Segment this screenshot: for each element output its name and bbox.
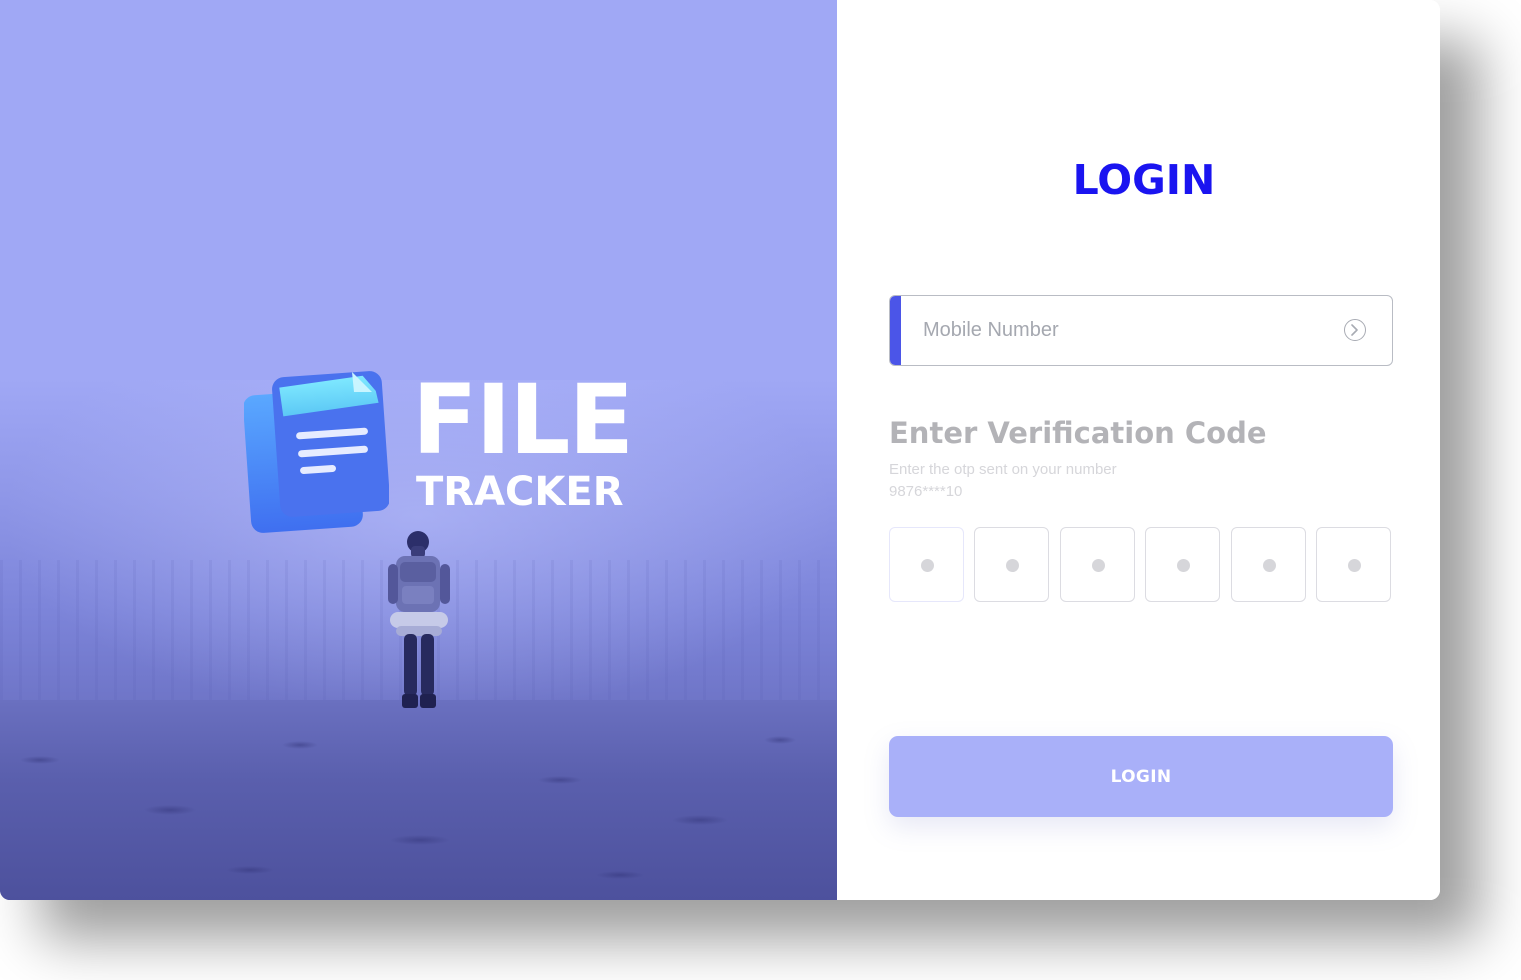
otp-placeholder-dot bbox=[921, 559, 934, 572]
hero-ground-texture bbox=[0, 700, 837, 900]
field-accent-bar bbox=[890, 296, 901, 365]
arrow-right-circle-icon[interactable] bbox=[1344, 319, 1366, 341]
hiker-illustration bbox=[388, 531, 450, 708]
hero-panel: FILE TRACKER bbox=[0, 0, 837, 900]
otp-digit-4[interactable] bbox=[1145, 527, 1220, 602]
otp-masked-number: 9876****10 bbox=[889, 483, 963, 500]
otp-placeholder-dot bbox=[1092, 559, 1105, 572]
otp-instructions: Enter the otp sent on your number 9876**… bbox=[889, 459, 1117, 503]
page-title: LOGIN bbox=[1072, 156, 1216, 204]
otp-subtitle: Enter the otp sent on your number bbox=[889, 461, 1117, 478]
otp-placeholder-dot bbox=[1263, 559, 1276, 572]
otp-placeholder-dot bbox=[1348, 559, 1361, 572]
login-panel: LOGIN Enter Verification Code Enter the … bbox=[837, 0, 1440, 900]
otp-digit-3[interactable] bbox=[1060, 527, 1135, 602]
otp-heading: Enter Verification Code bbox=[889, 416, 1267, 450]
brand-wordmark-secondary: TRACKER bbox=[416, 469, 624, 515]
document-stack-icon bbox=[244, 371, 389, 533]
otp-digit-6[interactable] bbox=[1316, 527, 1391, 602]
otp-placeholder-dot bbox=[1006, 559, 1019, 572]
otp-digit-5[interactable] bbox=[1231, 527, 1306, 602]
login-card: FILE TRACKER LOGIN Enter Verification Co… bbox=[0, 0, 1440, 900]
login-button[interactable]: LOGIN bbox=[889, 736, 1393, 817]
brand-logo: FILE TRACKER bbox=[244, 366, 634, 536]
brand-wordmark-primary: FILE bbox=[412, 364, 634, 476]
mobile-number-input[interactable] bbox=[923, 296, 1323, 365]
otp-digit-1[interactable] bbox=[889, 527, 964, 602]
otp-digit-2[interactable] bbox=[974, 527, 1049, 602]
otp-placeholder-dot bbox=[1177, 559, 1190, 572]
otp-input-row bbox=[889, 527, 1393, 604]
mobile-number-field[interactable] bbox=[889, 295, 1393, 366]
